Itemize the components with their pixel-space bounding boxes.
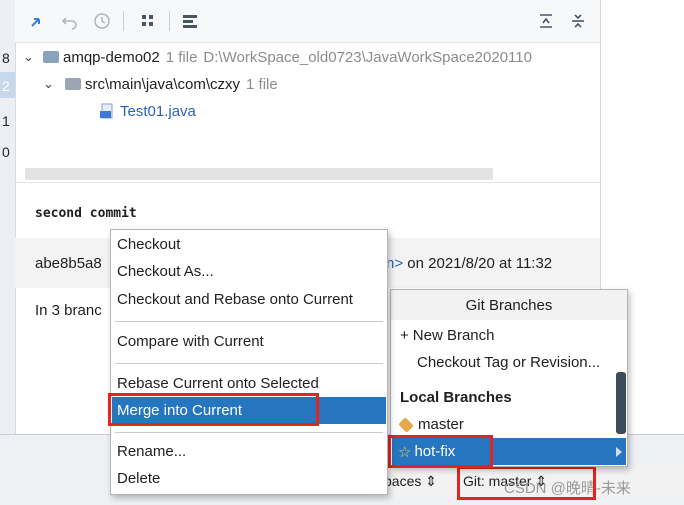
menu-item-checkout[interactable]: Checkout	[112, 231, 386, 258]
new-branch-item[interactable]: + New Branch	[392, 322, 626, 349]
watermark: CSDN @晚晴-未来	[504, 480, 631, 497]
plus-icon: +	[400, 327, 409, 344]
tree-root-row[interactable]: ⌄ amqp-demo02 1 file D:\WorkSpace_old072…	[15, 44, 532, 70]
file-count: 1 file	[246, 75, 278, 93]
panel-divider	[15, 182, 600, 183]
gutter-line: 0	[2, 144, 10, 160]
menu-item-delete[interactable]: Delete	[112, 465, 386, 492]
local-branches-header: Local Branches	[400, 389, 512, 406]
commit-message: second commit	[35, 206, 137, 221]
expand-all-icon[interactable]	[535, 10, 557, 32]
menu-item-checkout-rebase[interactable]: Checkout and Rebase onto Current	[112, 286, 386, 313]
indent-status[interactable]: paces ⇕	[384, 473, 437, 490]
preview-icon[interactable]	[179, 10, 201, 32]
tag-icon	[398, 416, 414, 433]
branch-context-menu: Checkout Checkout As... Checkout and Reb…	[110, 229, 388, 495]
commit-hash[interactable]: abe8b5a8	[35, 255, 102, 272]
gutter-line: 2	[2, 78, 10, 94]
group-by-icon[interactable]	[137, 10, 159, 32]
submenu-arrow-icon	[616, 446, 622, 457]
git-branches-popup: Git Branches + New Branch Checkout Tag o…	[390, 289, 628, 467]
gutter-line: 8	[2, 50, 10, 66]
menu-item-compare[interactable]: Compare with Current	[112, 328, 386, 355]
chevron-down-icon[interactable]: ⌄	[23, 49, 43, 65]
commit-author-date: n> on 2021/8/20 at 11:32	[386, 255, 552, 272]
file-count: 1 file	[165, 48, 198, 66]
file-name[interactable]: Test01.java	[120, 103, 196, 120]
java-file-icon	[100, 103, 116, 119]
menu-item-checkout-as[interactable]: Checkout As...	[112, 258, 386, 285]
tree-package-row[interactable]: ⌄ src\main\java\com\czxy 1 file	[43, 71, 278, 97]
line-gutter: 8 2 1 0	[0, 0, 16, 435]
commit-date: on 2021/8/20 at 11:32	[407, 255, 553, 272]
popup-title: Git Branches	[391, 290, 627, 320]
commit-branches: In 3 branc	[35, 302, 102, 319]
menu-separator	[115, 432, 383, 433]
history-icon[interactable]	[91, 10, 113, 32]
changes-toolbar	[15, 0, 601, 43]
module-name: amqp-demo02	[63, 48, 160, 66]
collapse-all-icon[interactable]	[567, 10, 589, 32]
module-folder-icon	[43, 51, 59, 63]
folder-icon	[65, 78, 81, 90]
chevron-down-icon[interactable]: ⌄	[43, 76, 65, 92]
compare-icon[interactable]	[27, 10, 49, 32]
scroll-thumb[interactable]	[616, 372, 626, 434]
author-link[interactable]: n>	[386, 255, 403, 272]
package-name: src\main\java\com\czxy	[85, 75, 241, 93]
tree-file-row[interactable]: Test01.java	[100, 98, 196, 124]
branch-hot-fix-item[interactable]: ☆ hot-fix	[392, 438, 626, 465]
menu-item-merge[interactable]: Merge into Current	[112, 397, 386, 424]
gutter-line: 1	[2, 113, 10, 129]
checkout-tag-item[interactable]: Checkout Tag or Revision...	[392, 349, 626, 376]
menu-separator	[115, 363, 383, 364]
undo-icon[interactable]	[59, 10, 81, 32]
menu-separator	[115, 321, 383, 322]
horizontal-scrollbar[interactable]	[25, 168, 493, 180]
branch-master-item[interactable]: master	[392, 411, 626, 438]
star-icon: ☆	[398, 443, 412, 461]
menu-item-rebase[interactable]: Rebase Current onto Selected	[112, 370, 386, 397]
module-path: D:\WorkSpace_old0723\JavaWorkSpace202011…	[203, 48, 532, 66]
menu-item-rename[interactable]: Rename...	[112, 438, 386, 465]
